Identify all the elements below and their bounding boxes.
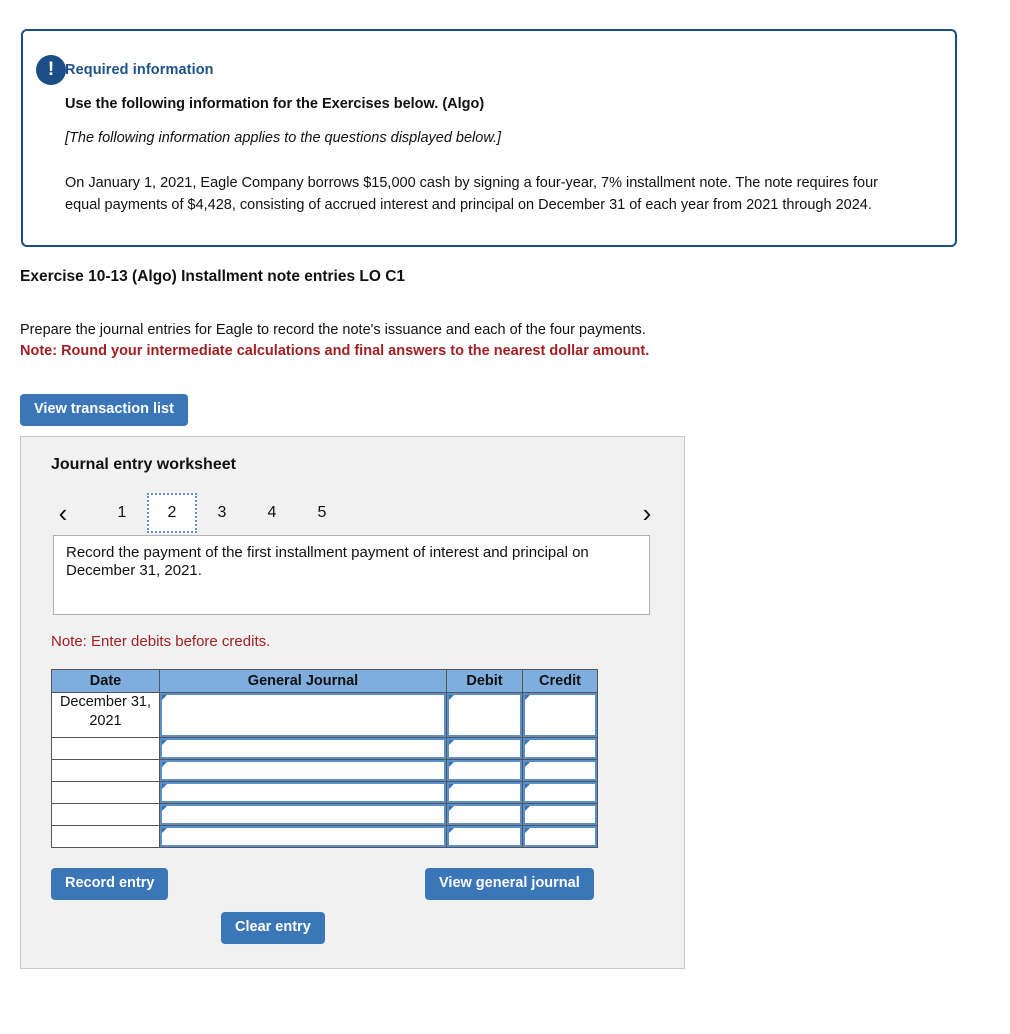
- worksheet-title: Journal entry worksheet: [51, 456, 236, 473]
- debit-input[interactable]: [447, 782, 522, 803]
- transaction-description: Record the payment of the first installm…: [53, 535, 650, 615]
- debit-input[interactable]: [447, 760, 522, 781]
- general-journal-input[interactable]: [160, 738, 446, 759]
- required-information-title: Required information: [65, 62, 214, 78]
- debit-input[interactable]: [447, 826, 522, 847]
- cell-general-journal[interactable]: [159, 759, 447, 782]
- note-enter-debits-before-credits: Note: Enter debits before credits.: [51, 633, 271, 650]
- chevron-right-icon[interactable]: ›: [637, 493, 657, 533]
- cell-debit[interactable]: [446, 781, 523, 804]
- exercise-instruction-text: Prepare the journal entries for Eagle to…: [20, 322, 646, 338]
- cell-general-journal[interactable]: [159, 803, 447, 826]
- chevron-left-icon[interactable]: ‹: [53, 493, 73, 533]
- credit-input[interactable]: [523, 826, 597, 847]
- worksheet-pager: ‹ 1 2 3 4 5 ›: [49, 493, 657, 533]
- general-journal-input[interactable]: [160, 782, 446, 803]
- credit-input[interactable]: [523, 693, 597, 737]
- cell-credit[interactable]: [522, 759, 598, 782]
- worksheet-page-1[interactable]: 1: [97, 493, 147, 533]
- debit-input[interactable]: [447, 738, 522, 759]
- exercise-rounding-warning: Note: Round your intermediate calculatio…: [20, 343, 650, 360]
- cell-general-journal[interactable]: [159, 737, 447, 760]
- general-journal-input[interactable]: [160, 693, 446, 737]
- cell-date[interactable]: [51, 737, 160, 760]
- worksheet-page-4[interactable]: 4: [247, 493, 297, 533]
- cell-general-journal[interactable]: [159, 781, 447, 804]
- required-information-paragraph: On January 1, 2021, Eagle Company borrow…: [65, 175, 879, 214]
- general-journal-input[interactable]: [160, 826, 446, 847]
- credit-input[interactable]: [523, 782, 597, 803]
- column-header-date: Date: [51, 669, 160, 693]
- record-entry-button[interactable]: Record entry: [51, 868, 169, 900]
- cell-debit[interactable]: [446, 759, 523, 782]
- view-transaction-list-button[interactable]: View transaction list: [20, 394, 188, 426]
- cell-debit[interactable]: [446, 737, 523, 760]
- cell-date[interactable]: [51, 825, 160, 848]
- required-information-italic-note: [The following information applies to th…: [65, 130, 502, 146]
- exercise-title: Exercise 10-13 (Algo) Installment note e…: [20, 268, 406, 285]
- table-header-row: Date General Journal Debit Credit: [51, 669, 598, 693]
- exclamation-icon: !: [36, 55, 66, 85]
- cell-credit[interactable]: [522, 803, 598, 826]
- worksheet-page-3[interactable]: 3: [197, 493, 247, 533]
- column-header-general-journal: General Journal: [159, 669, 447, 693]
- general-journal-input[interactable]: [160, 804, 446, 825]
- column-header-credit: Credit: [522, 669, 598, 693]
- table-row: [51, 737, 598, 760]
- table-row: [51, 781, 598, 804]
- journal-entry-worksheet-panel: Journal entry worksheet ‹ 1 2 3 4 5 › Re…: [20, 436, 685, 969]
- cell-debit[interactable]: [446, 803, 523, 826]
- cell-debit[interactable]: [446, 692, 523, 738]
- cell-date[interactable]: [51, 759, 160, 782]
- cell-credit[interactable]: [522, 692, 598, 738]
- table-row: [51, 825, 598, 848]
- worksheet-page-2[interactable]: 2: [147, 493, 197, 533]
- required-information-content: Required information Use the following i…: [23, 31, 955, 216]
- required-information-subtitle: Use the following information for the Ex…: [65, 96, 485, 112]
- table-row: [51, 803, 598, 826]
- cell-date: December 31, 2021: [51, 692, 160, 738]
- required-information-box: ! Required information Use the following…: [21, 29, 957, 247]
- journal-entry-table: Date General Journal Debit Credit Decemb…: [51, 669, 598, 848]
- cell-credit[interactable]: [522, 737, 598, 760]
- credit-input[interactable]: [523, 738, 597, 759]
- general-journal-input[interactable]: [160, 760, 446, 781]
- cell-general-journal[interactable]: [159, 825, 447, 848]
- view-general-journal-button[interactable]: View general journal: [425, 868, 594, 900]
- debit-input[interactable]: [447, 804, 522, 825]
- cell-date[interactable]: [51, 781, 160, 804]
- table-row: December 31, 2021: [51, 692, 598, 738]
- table-row: [51, 759, 598, 782]
- credit-input[interactable]: [523, 804, 597, 825]
- cell-debit[interactable]: [446, 825, 523, 848]
- worksheet-page-list: 1 2 3 4 5: [97, 493, 347, 533]
- cell-credit[interactable]: [522, 781, 598, 804]
- debit-input[interactable]: [447, 693, 522, 737]
- worksheet-page-5[interactable]: 5: [297, 493, 347, 533]
- cell-credit[interactable]: [522, 825, 598, 848]
- credit-input[interactable]: [523, 760, 597, 781]
- clear-entry-button[interactable]: Clear entry: [221, 912, 325, 944]
- column-header-debit: Debit: [446, 669, 523, 693]
- cell-general-journal[interactable]: [159, 692, 447, 738]
- exercise-instruction-block: Prepare the journal entries for Eagle to…: [20, 320, 649, 363]
- cell-date[interactable]: [51, 803, 160, 826]
